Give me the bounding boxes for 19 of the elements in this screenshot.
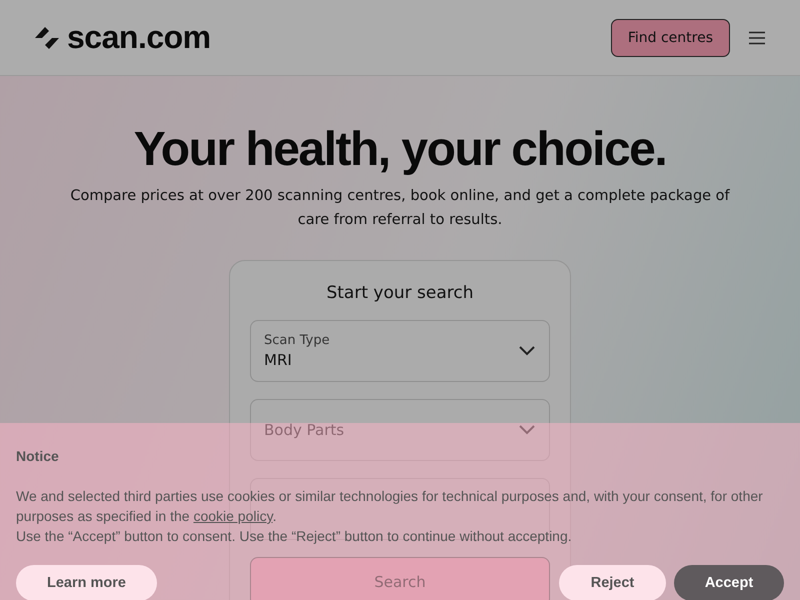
- menu-icon[interactable]: [748, 30, 766, 44]
- notice-text: Use the “Accept” button to consent. Use the “Reject” button to continue without accepting.: [16, 527, 573, 546]
- chevron-down-icon: [519, 346, 535, 356]
- accept-button[interactable]: Accept: [674, 565, 784, 600]
- find-centres-button[interactable]: Find centres: [610, 18, 730, 56]
- learn-more-button[interactable]: Learn more: [16, 565, 157, 600]
- select-field[interactable]: Scan Type MRI: [250, 320, 550, 382]
- chevron-down-icon: [519, 425, 535, 435]
- card-title: Start your search: [325, 283, 475, 303]
- reject-button[interactable]: Reject: [559, 565, 666, 600]
- cookie-policy-link[interactable]: cookie policy: [193, 508, 273, 524]
- hero-subtitle: Compare prices at over 200 scanning centres, book online, and get a complete package of care from referral to results.: [70, 187, 730, 230]
- field-placeholder: Body Parts: [264, 421, 346, 439]
- notice-title: Notice: [16, 448, 60, 464]
- notice-text: We and selected third parties use cookies or similar technologies for technical purposes and, with your consent, for other purposes as specified in the cookie policy.: [16, 487, 764, 526]
- logo-text[interactable]: scan.com: [67, 19, 211, 56]
- field-value: MRI: [264, 351, 293, 369]
- field-label: Scan Type: [264, 333, 331, 348]
- hero-title: Your health, your choice.: [134, 122, 666, 178]
